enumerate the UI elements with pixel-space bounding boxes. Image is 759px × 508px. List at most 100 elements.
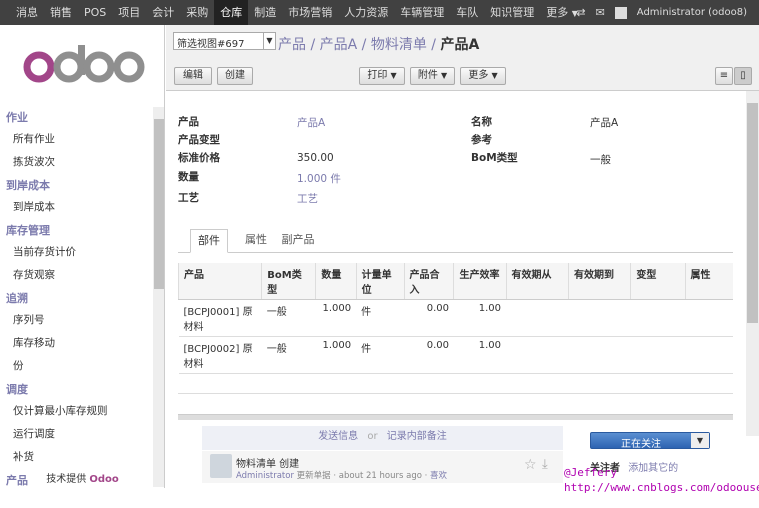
message-action: 更新单据 xyxy=(296,471,331,481)
sidebar-item[interactable]: 所有作业 xyxy=(0,127,164,150)
column-header[interactable]: 有效期从 xyxy=(505,263,569,300)
follow-button[interactable]: 正在关注 ▼ xyxy=(590,432,710,450)
switch-icon[interactable]: ⇄ xyxy=(576,6,585,19)
table-cell: 0.00 xyxy=(404,299,454,337)
sidebar-item[interactable]: 到岸成本 xyxy=(0,195,164,218)
menu-item[interactable]: 会计 xyxy=(146,0,180,25)
routing-value[interactable]: 工艺 xyxy=(297,191,318,206)
menu-item[interactable]: 知识管理 xyxy=(484,0,540,25)
odoo-logo[interactable] xyxy=(0,25,164,105)
print-button[interactable]: 打印 ▼ xyxy=(359,67,405,85)
price-label: 标准价格 xyxy=(178,152,220,164)
menu-item[interactable]: 仓库 xyxy=(214,0,249,25)
sidebar-group-title: 追溯 xyxy=(6,292,28,305)
sidebar-item[interactable]: 拣货波次 xyxy=(0,150,164,173)
like-link[interactable]: 喜欢 xyxy=(430,471,447,481)
name-value: 产品A xyxy=(590,117,619,129)
star-icon[interactable]: ☆ xyxy=(524,457,537,473)
sidebar-item[interactable]: 补货 xyxy=(0,445,164,468)
search-box[interactable]: 筛选视图#697 ▼ xyxy=(173,32,276,50)
column-header[interactable]: 变型 xyxy=(630,263,686,300)
log-note-link[interactable]: 记录内部备注 xyxy=(387,431,447,442)
table-cell xyxy=(630,299,686,337)
user-name[interactable]: Administrator (odoo8) xyxy=(637,7,747,18)
list-view-icon[interactable]: ≡ xyxy=(715,67,733,85)
variant-label: 产品变型 xyxy=(178,134,220,146)
menu-item[interactable]: POS xyxy=(78,0,112,25)
breadcrumb-bom[interactable]: 物料清单 xyxy=(371,37,427,53)
watermark: @Jeffery http://www.cnblogs.com/odoouse xyxy=(564,465,759,495)
table-cell xyxy=(568,336,631,374)
avatar[interactable] xyxy=(614,6,627,19)
chatter-composer: 发送信息 or 记录内部备注 xyxy=(202,426,563,450)
sidebar-item[interactable]: 份 xyxy=(0,354,164,377)
menu-item[interactable]: 项目 xyxy=(112,0,146,25)
search-input[interactable]: 筛选视图#697 xyxy=(177,35,244,50)
qty-label: 数量 xyxy=(178,171,199,183)
menu-item[interactable]: 消息 xyxy=(10,0,44,25)
edit-button[interactable]: 编辑 xyxy=(174,67,212,85)
chevron-down-icon[interactable]: ▼ xyxy=(263,33,275,49)
menu-more-label: 更多 xyxy=(546,6,569,19)
qty-value: 1.000 件 xyxy=(297,173,341,185)
main-scroll-thumb[interactable] xyxy=(747,103,758,323)
main-scrollbar[interactable] xyxy=(746,91,759,436)
powered-by: 技术提供 Odoo xyxy=(0,470,165,485)
column-header[interactable]: 生产效率 xyxy=(453,263,507,300)
column-header[interactable]: 属性 xyxy=(684,263,733,300)
caret-down-icon: ▼ xyxy=(491,71,498,80)
table-header-row: 产品 BoM类型 数量 计量单位 产品合入 生产效率 有效期从 有效期到 变型 属性 xyxy=(177,263,733,300)
form-view-icon[interactable]: ▯ xyxy=(734,67,752,85)
download-icon[interactable]: ⤓ xyxy=(542,457,548,472)
sidebar-item[interactable]: 仅计算最小库存规则 xyxy=(0,399,164,422)
column-header[interactable]: 有效期到 xyxy=(567,263,631,300)
table-row[interactable]: [BCPJ0001] 原材料 一般 1.000 件 0.00 1.00 xyxy=(178,299,733,337)
name-label: 名称 xyxy=(471,116,492,128)
menu-item[interactable]: 市场营销 xyxy=(282,0,338,25)
message-author[interactable]: Administrator xyxy=(236,471,294,481)
bom-lines-table: 产品 BoM类型 数量 计量单位 产品合入 生产效率 有效期从 有效期到 变型 属性 [BCPJ0… xyxy=(177,263,733,420)
sidebar-group-title: 库存管理 xyxy=(6,224,50,237)
column-header[interactable]: 计量单位 xyxy=(355,263,404,300)
sidebar-item[interactable]: 存货观察 xyxy=(0,263,164,286)
more-button[interactable]: 更多 ▼ xyxy=(460,67,506,85)
create-button[interactable]: 创建 xyxy=(217,67,253,85)
menu-item[interactable]: 制造 xyxy=(248,0,282,25)
table-row[interactable]: [BCPJ0002] 原材料 一般 1.000 件 0.00 1.00 xyxy=(178,336,733,374)
sidebar-item[interactable]: 序列号 xyxy=(0,308,164,331)
top-menu-list: 消息 销售 POS 项目 会计 采购 仓库 制造 市场营销 人力资源 车辆管理 车队 知识管理 xyxy=(10,0,540,25)
sidebar-scroll-thumb[interactable] xyxy=(154,119,164,289)
follow-label: 正在关注 xyxy=(621,439,661,450)
bomtype-label: BoM类型 xyxy=(471,152,518,164)
column-header[interactable]: BoM类型 xyxy=(261,263,316,300)
sidebar-item[interactable]: 库存移动 xyxy=(0,331,164,354)
tab-bar: 部件 属性 副产品 xyxy=(178,229,733,253)
follow-dropdown[interactable]: ▼ xyxy=(691,433,709,448)
breadcrumb-product-a[interactable]: 产品A xyxy=(320,37,358,53)
product-value[interactable]: 产品A xyxy=(297,115,325,130)
column-header[interactable]: 产品合入 xyxy=(403,263,454,300)
chat-icon[interactable]: ✉ xyxy=(596,6,605,19)
attach-button[interactable]: 附件 ▼ xyxy=(410,67,455,85)
sidebar-menu: 作业 所有作业 拣货波次 到岸成本 到岸成本 库存管理 当前存货计价 存货观察 追溯 序列号 库存移… xyxy=(0,105,164,488)
sidebar-item[interactable]: 运行调度 xyxy=(0,422,164,445)
message-item: 物料清单 创建 Administrator 更新单据 · about 21 ho… xyxy=(202,451,563,483)
column-header[interactable]: 数量 xyxy=(315,263,357,300)
menu-item[interactable]: 车队 xyxy=(450,0,484,25)
author-avatar[interactable] xyxy=(210,454,232,478)
or-text: or xyxy=(367,431,378,442)
sidebar-item[interactable]: 当前存货计价 xyxy=(0,240,164,263)
menu-item[interactable]: 车辆管理 xyxy=(394,0,450,25)
column-header[interactable]: 产品 xyxy=(177,263,262,300)
tab-properties[interactable]: 属性 xyxy=(238,229,274,253)
sidebar-scrollbar[interactable] xyxy=(153,107,164,487)
tab-byproducts[interactable]: 副产品 xyxy=(278,229,318,253)
breadcrumb-products[interactable]: 产品 xyxy=(278,37,306,53)
send-message-link[interactable]: 发送信息 xyxy=(318,431,358,442)
table-cell xyxy=(685,336,733,374)
menu-item[interactable]: 采购 xyxy=(180,0,214,25)
menu-item[interactable]: 销售 xyxy=(44,0,78,25)
menu-item[interactable]: 人力资源 xyxy=(338,0,394,25)
powered-brand[interactable]: Odoo xyxy=(89,474,118,485)
tab-components[interactable]: 部件 xyxy=(190,229,228,253)
